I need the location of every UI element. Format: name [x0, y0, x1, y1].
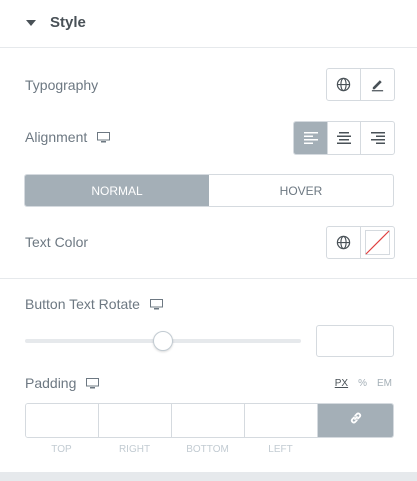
padding-label-text: Padding [25, 375, 77, 391]
padding-left-input[interactable] [245, 404, 318, 437]
padding-top-input[interactable] [26, 404, 99, 437]
section-title: Style [50, 14, 86, 31]
padding-side-labels: TOP RIGHT BOTTOM LEFT [25, 444, 320, 455]
state-tabs: NORMAL HOVER [24, 174, 394, 207]
desktop-icon[interactable] [149, 297, 163, 313]
unit-px[interactable]: PX [335, 378, 348, 389]
rotate-slider-handle[interactable] [153, 331, 173, 351]
padding-dimensions [25, 403, 394, 438]
rotate-label-text: Button Text Rotate [25, 296, 140, 312]
desktop-icon[interactable] [97, 130, 111, 146]
pencil-icon[interactable] [361, 69, 394, 100]
link-icon [349, 411, 363, 430]
padding-bottom-label: BOTTOM [186, 444, 229, 455]
tab-hover[interactable]: HOVER [209, 175, 393, 206]
tab-normal[interactable]: NORMAL [25, 175, 209, 206]
caret-down-icon[interactable] [26, 20, 36, 26]
align-right-icon[interactable] [361, 122, 394, 154]
padding-top-label: TOP [51, 444, 72, 455]
padding-bottom-input[interactable] [172, 404, 245, 437]
alignment-controls [293, 121, 395, 155]
globe-icon[interactable] [327, 227, 361, 258]
globe-icon[interactable] [327, 69, 361, 100]
desktop-icon[interactable] [86, 376, 100, 392]
padding-right-input[interactable] [99, 404, 172, 437]
align-center-icon[interactable] [328, 122, 361, 154]
section-divider [0, 278, 417, 279]
padding-right-label: RIGHT [118, 444, 151, 455]
typography-label: Typography [25, 77, 99, 93]
text-color-controls [326, 226, 395, 259]
alignment-label: Alignment [25, 129, 111, 146]
style-panel: Style Typography Alignment NORMAL HOVER … [0, 0, 417, 481]
panel-footer-bar [0, 472, 417, 481]
padding-label: Padding [25, 375, 100, 392]
rotate-number-input[interactable] [316, 325, 394, 357]
typography-controls [326, 68, 395, 101]
rotate-label: Button Text Rotate [25, 296, 163, 313]
text-color-label: Text Color [25, 234, 89, 250]
unit-em[interactable]: EM [377, 378, 392, 389]
no-color-swatch-icon[interactable] [361, 227, 394, 258]
alignment-label-text: Alignment [25, 129, 88, 145]
link-values-button[interactable] [318, 404, 393, 437]
unit-percent[interactable]: % [358, 378, 367, 389]
section-header[interactable]: Style [0, 0, 417, 48]
align-left-icon[interactable] [294, 122, 328, 154]
padding-left-label: LEFT [268, 444, 293, 455]
unit-switcher: PX % EM [335, 378, 392, 389]
